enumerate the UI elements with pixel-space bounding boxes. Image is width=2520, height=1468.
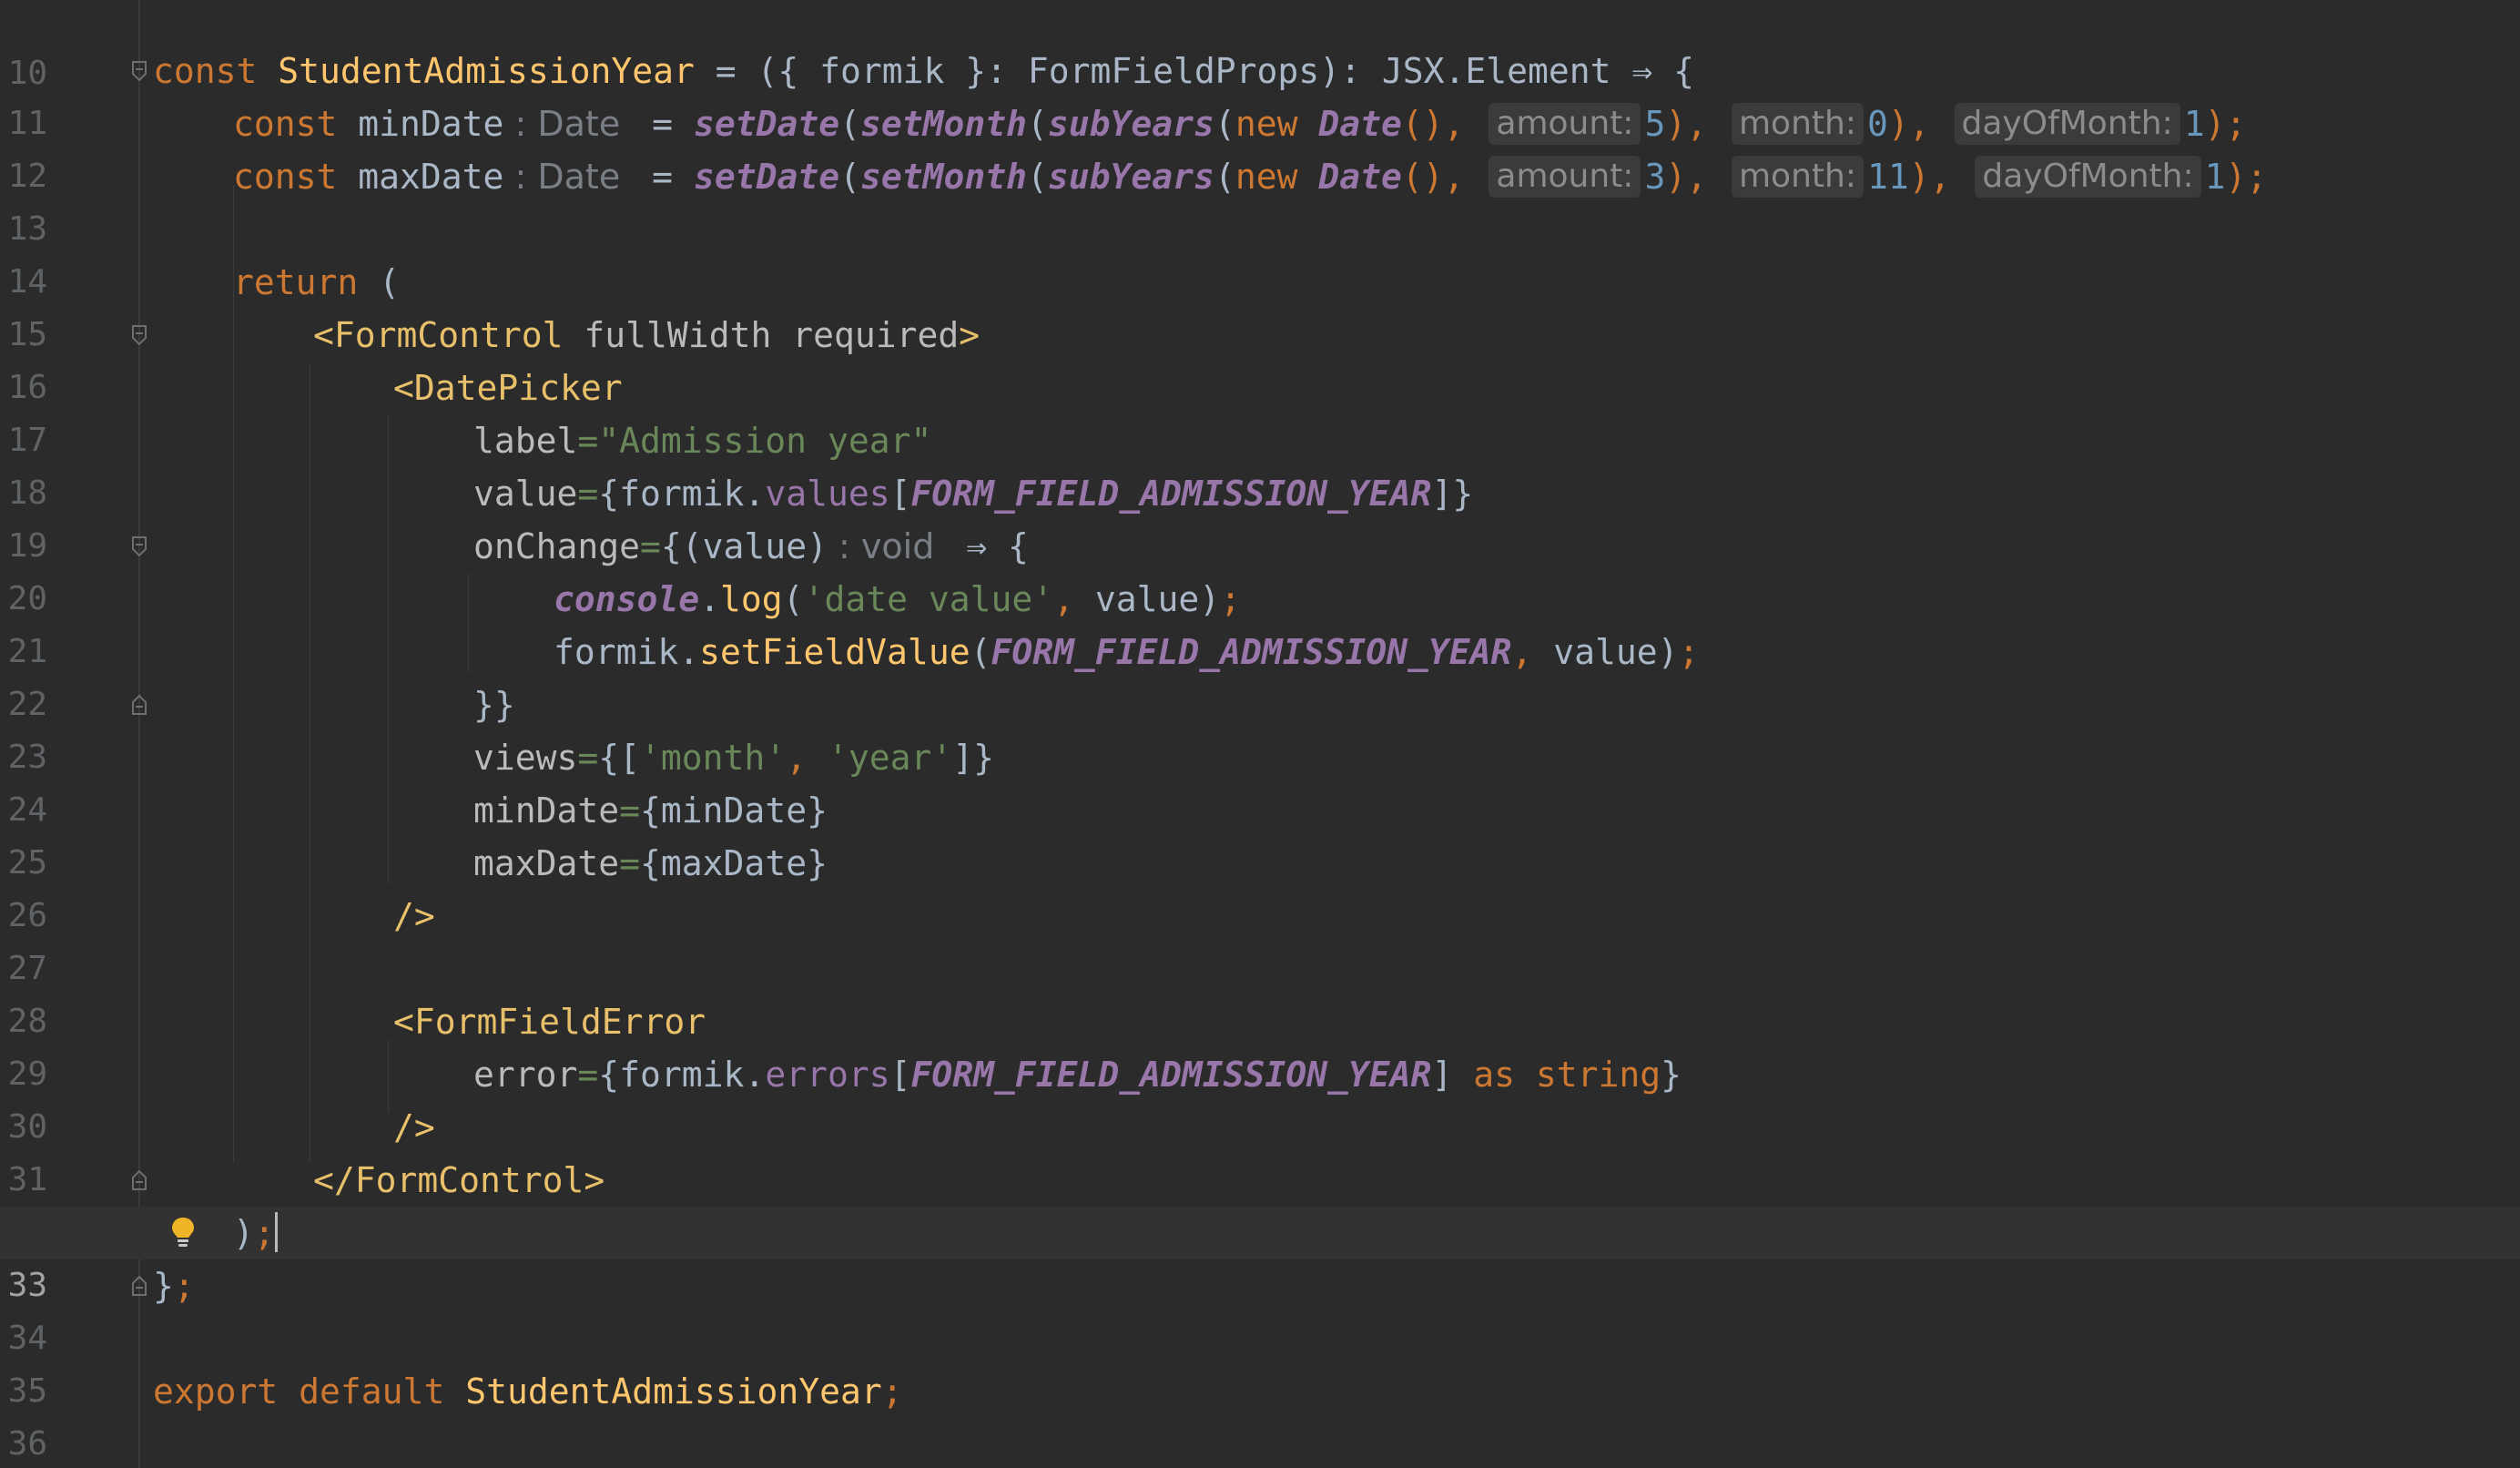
code-line[interactable]: 26 maxDate={maxDate} bbox=[0, 837, 2520, 934]
code-text: /> bbox=[393, 896, 435, 936]
code-text: }} bbox=[473, 685, 515, 725]
code-text: onChange={(value) : void ⇒ { bbox=[473, 526, 1029, 566]
parameter-hint: amount: bbox=[1489, 156, 1641, 198]
code-line-current[interactable]: 33 ); bbox=[0, 1207, 2520, 1304]
code-line[interactable]: 14 bbox=[0, 203, 2520, 301]
type-hint: : Date bbox=[503, 104, 632, 144]
text-caret bbox=[274, 1212, 278, 1252]
code-line[interactable]: 23 }} bbox=[0, 678, 2520, 776]
lightbulb-icon[interactable] bbox=[169, 1216, 197, 1249]
code-line[interactable]: 17 <DatePicker bbox=[0, 362, 2520, 459]
code-text: const minDate : Date = setDate(setMonth(… bbox=[233, 103, 2247, 145]
code-line[interactable]: 31 /> bbox=[0, 1101, 2520, 1198]
code-line[interactable]: 22 formik.setFieldValue(FORM_FIELD_ADMIS… bbox=[0, 626, 2520, 723]
code-line[interactable]: 16 <FormControl fullWidth required> bbox=[0, 309, 2520, 406]
code-text: value={formik.values[FORM_FIELD_ADMISSIO… bbox=[473, 474, 1474, 514]
parameter-hint: dayOfMonth: bbox=[1954, 103, 2180, 145]
code-line[interactable]: 30 error={formik.errors[FORM_FIELD_ADMIS… bbox=[0, 1048, 2520, 1146]
code-text: views={['month', 'year']} bbox=[473, 738, 995, 778]
code-line[interactable]: 15 return ( bbox=[0, 256, 2520, 353]
fold-collapse-icon[interactable] bbox=[130, 59, 148, 83]
fold-collapse-icon[interactable] bbox=[130, 323, 148, 347]
code-line[interactable]: 25 minDate={minDate} bbox=[0, 784, 2520, 882]
fold-end-icon[interactable] bbox=[130, 1168, 148, 1192]
code-text: error={formik.errors[FORM_FIELD_ADMISSIO… bbox=[473, 1055, 1682, 1095]
parameter-hint: month: bbox=[1731, 103, 1864, 145]
type-hint: : void bbox=[827, 526, 946, 566]
code-line[interactable]: 34 }; bbox=[0, 1259, 2520, 1357]
code-text: ); bbox=[233, 1207, 278, 1259]
code-line[interactable]: 20 onChange={(value) : void ⇒ { bbox=[0, 520, 2520, 617]
code-line[interactable]: 36 export default StudentAdmissionYear; bbox=[0, 1365, 2520, 1463]
code-text: /> bbox=[393, 1107, 435, 1147]
code-text: <DatePicker bbox=[393, 368, 623, 408]
fold-end-icon[interactable] bbox=[130, 693, 148, 717]
code-line[interactable]: 28 bbox=[0, 943, 2520, 1040]
code-line[interactable]: 21 console.log('date value', value); bbox=[0, 573, 2520, 670]
code-line[interactable]: 13 const maxDate : Date = setDate(setMon… bbox=[0, 150, 2520, 248]
code-text: console.log('date value', value); bbox=[554, 579, 1242, 619]
parameter-hint: amount: bbox=[1489, 103, 1641, 145]
code-line[interactable]: 24 views={['month', 'year']} bbox=[0, 731, 2520, 829]
type-hint: : Date bbox=[503, 157, 632, 197]
code-text: }; bbox=[153, 1266, 195, 1306]
code-text: </FormControl> bbox=[313, 1160, 605, 1200]
code-text: const StudentAdmissionYear = ({ formik }… bbox=[153, 51, 1694, 91]
code-editor[interactable]: 10 11 const StudentAdmissionYear = ({ fo… bbox=[0, 0, 2520, 1468]
code-text: <FormFieldError bbox=[393, 1002, 706, 1042]
code-text: label="Admission year" bbox=[473, 421, 932, 461]
code-text: const maxDate : Date = setDate(setMonth(… bbox=[233, 156, 2268, 198]
parameter-hint: dayOfMonth: bbox=[1975, 156, 2201, 198]
code-text: formik.setFieldValue(FORM_FIELD_ADMISSIO… bbox=[554, 632, 1700, 672]
code-line[interactable]: 27 /> bbox=[0, 890, 2520, 987]
code-line[interactable]: 29 <FormFieldError bbox=[0, 995, 2520, 1093]
code-text: minDate={minDate} bbox=[473, 790, 828, 831]
code-line[interactable]: 37 bbox=[0, 1418, 2520, 1468]
code-line[interactable]: 18 label="Admission year" bbox=[0, 414, 2520, 512]
parameter-hint: month: bbox=[1731, 156, 1864, 198]
code-line[interactable]: 12 const minDate : Date = setDate(setMon… bbox=[0, 97, 2520, 195]
code-text: <FormControl fullWidth required> bbox=[313, 315, 981, 355]
fold-end-icon[interactable] bbox=[130, 1274, 148, 1298]
code-line[interactable]: 11 const StudentAdmissionYear = ({ formi… bbox=[0, 45, 2520, 142]
code-line[interactable]: 10 bbox=[0, 0, 2520, 92]
code-line[interactable]: 32 </FormControl> bbox=[0, 1154, 2520, 1251]
code-text: return ( bbox=[233, 262, 401, 302]
code-text: export default StudentAdmissionYear; bbox=[153, 1371, 903, 1412]
code-text: maxDate={maxDate} bbox=[473, 843, 828, 883]
fold-collapse-icon[interactable] bbox=[130, 535, 148, 558]
code-line[interactable]: 35 bbox=[0, 1312, 2520, 1410]
code-line[interactable]: 19 value={formik.values[FORM_FIELD_ADMIS… bbox=[0, 467, 2520, 565]
